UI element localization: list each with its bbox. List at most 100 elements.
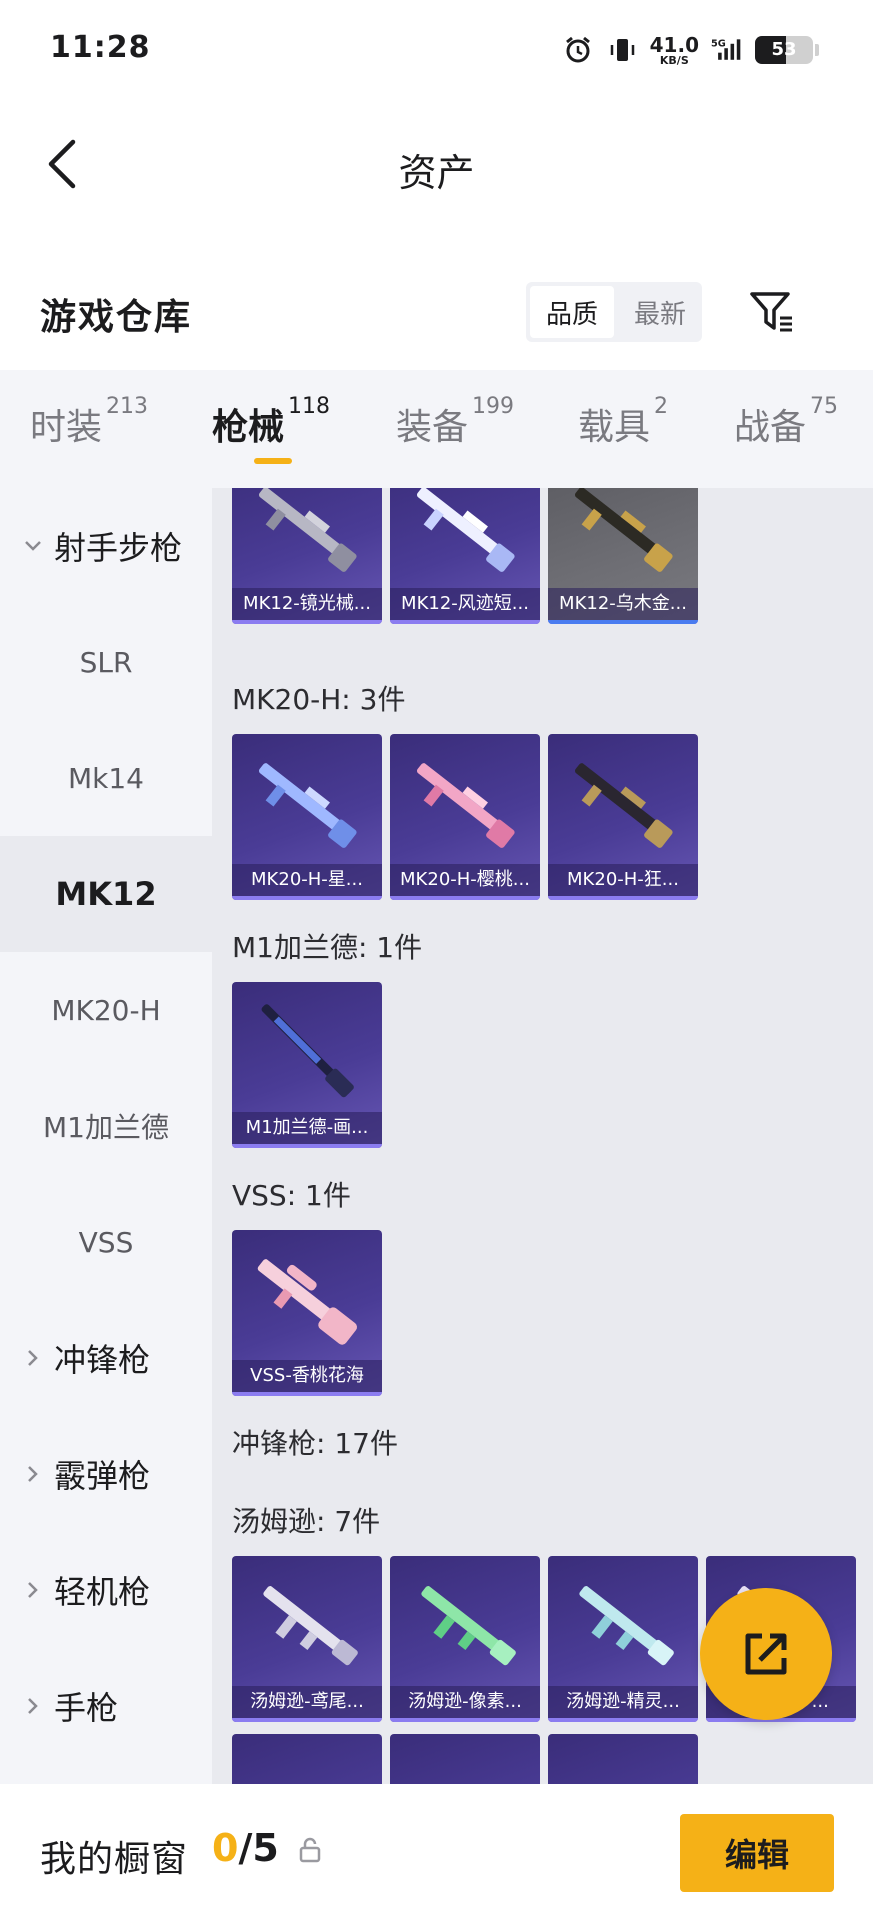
tab-equipment[interactable]: 装备199 [396,394,514,450]
showcase-label: 我的橱窗 [40,1839,189,1880]
showcase-count-separator: / [238,1826,253,1870]
warehouse-title: 游戏仓库 [40,297,193,338]
rifle-icon [574,763,673,848]
sidebar-item-label: 霰弹枪 [54,1457,151,1495]
warehouse-header: 游戏仓库 品质 最新 [0,270,873,360]
weapon-category-sidebar: 射手步枪 SLR Mk14 MK12 MK20-H M1加兰德 VSS 冲锋枪 … [0,488,212,1784]
svg-text:5G: 5G [711,38,726,49]
edit-button[interactable]: 编辑 [680,1814,834,1892]
sidebar-item-vss[interactable]: VSS [0,1184,212,1300]
tab-supplies[interactable]: 战备75 [734,394,838,450]
filter-button[interactable] [744,284,800,340]
weapon-card[interactable]: VSS-香桃花海 [232,1230,382,1396]
sidebar-item-pistol[interactable]: 手枪 [0,1648,212,1764]
section-label-mk20h: MK20-H: 3件 [232,683,406,716]
sidebar-item-lmg[interactable]: 轻机枪 [0,1532,212,1648]
weapon-card[interactable]: MK20-H-樱桃... [390,734,540,900]
chevron-down-icon [20,533,46,559]
share-fab-button[interactable] [700,1588,832,1720]
tab-vehicles[interactable]: 载具2 [578,394,668,450]
sidebar-item-marksman-rifle[interactable]: 射手步枪 [0,488,212,604]
mk20h-row: MK20-H-星... MK20-H-樱桃... MK20-H-狂... [232,734,698,900]
sidebar-item-mk12[interactable]: MK12 [0,836,212,952]
lock-icon [299,1837,321,1863]
weapon-card[interactable]: MK20-H-狂... [548,734,698,900]
vibrate-icon [606,34,638,66]
section-label-m1-garand: M1加兰德: 1件 [232,931,423,964]
chevron-right-icon [20,1461,46,1487]
net-speed-value: 41.0 [649,32,699,57]
thompson-row-2 [232,1734,698,1784]
showcase-bar: 我的橱窗 0/5 编辑 [0,1784,873,1920]
sidebar-item-slr[interactable]: SLR [0,604,212,720]
weapon-card-caption: MK20-H-樱桃... [390,864,540,896]
rifle-icon [258,488,357,572]
rifle-icon [258,763,357,848]
sidebar-item-mk20h[interactable]: MK20-H [0,952,212,1068]
weapon-card[interactable]: MK12-风迹短... [390,488,540,624]
weapon-card[interactable]: 汤姆逊-像素... [390,1556,540,1722]
weapon-card-caption: VSS-香桃花海 [232,1360,382,1392]
weapon-card-caption: 汤姆逊-鸢尾... [232,1686,382,1718]
filter-icon [750,292,792,332]
sidebar-item-label: 轻机枪 [54,1573,151,1611]
weapon-card-caption: MK20-H-星... [232,864,382,896]
tab-count: 75 [810,394,839,419]
weapon-card[interactable] [232,1734,382,1784]
smg-icon [579,1586,674,1666]
weapon-card-caption: MK12-乌木金... [548,588,698,620]
sidebar-item-label: 射手步枪 [54,529,183,567]
category-tabs: 时装213 枪械118 装备199 载具2 战备75 [0,370,873,488]
tab-label: 战备 [734,407,807,448]
rifle-icon [261,1004,354,1098]
tab-label: 枪械 [212,407,285,448]
rifle-icon [416,488,515,572]
weapon-card[interactable]: 汤姆逊-鸢尾... [232,1556,382,1722]
sidebar-item-shotgun[interactable]: 霰弹枪 [0,1416,212,1532]
tab-count: 199 [472,394,515,419]
rifle-icon [416,763,515,848]
tab-count: 118 [288,394,331,419]
showcase-total-count: 5 [252,1826,279,1870]
status-time: 11:28 [50,30,151,65]
sort-newest-option[interactable]: 最新 [618,282,702,342]
tab-active-indicator [254,458,292,464]
weapon-card-caption: MK20-H-狂... [548,864,698,896]
assets-screen: 11:28 41.0 KB/S 5G 53 资产 游戏仓库 品质 最新 时装21… [0,0,873,1920]
tab-label: 时装 [30,407,103,448]
mk12-row: MK12-镜光械... MK12-风迹短... MK12-乌木金... [232,488,698,624]
sidebar-item-smg[interactable]: 冲锋枪 [0,1300,212,1416]
weapon-card-caption: MK12-镜光械... [232,588,382,620]
status-bar: 11:28 41.0 KB/S 5G 53 [0,0,873,100]
sidebar-item-mk14[interactable]: Mk14 [0,720,212,836]
net-speed-unit: KB/S [659,53,689,67]
tab-fashion[interactable]: 时装213 [30,394,148,450]
share-external-icon [745,1633,787,1675]
chevron-right-icon [20,1577,46,1603]
alarm-icon [562,34,594,66]
chevron-right-icon [20,1693,46,1719]
battery-tip [815,44,819,56]
weapon-card[interactable]: 汤姆逊-精灵... [548,1556,698,1722]
tab-firearms[interactable]: 枪械118 [212,394,330,450]
page-title: 资产 [398,151,475,195]
weapon-card[interactable]: M1加兰德-画... [232,982,382,1148]
rifle-icon [574,488,673,572]
weapon-card[interactable]: MK12-乌木金... [548,488,698,624]
weapon-card[interactable]: MK20-H-星... [232,734,382,900]
sort-quality-option[interactable]: 品质 [530,286,614,338]
tab-count: 213 [106,394,149,419]
weapon-card[interactable]: MK12-镜光械... [232,488,382,624]
net-speed: 41.0 KB/S [650,35,699,66]
m1-garand-row: M1加兰德-画... [232,982,382,1148]
signal-5g-icon: 5G [711,34,743,66]
weapon-card[interactable] [548,1734,698,1784]
status-icons: 41.0 KB/S 5G 53 [562,30,819,70]
section-label-vss: VSS: 1件 [232,1179,351,1212]
sidebar-item-m1-garand[interactable]: M1加兰德 [0,1068,212,1184]
section-label-thompson: 汤姆逊: 7件 [232,1505,381,1538]
rifle-icon [257,1259,358,1345]
battery-icon: 53 [755,36,813,64]
smg-icon [421,1586,516,1666]
weapon-card[interactable] [390,1734,540,1784]
